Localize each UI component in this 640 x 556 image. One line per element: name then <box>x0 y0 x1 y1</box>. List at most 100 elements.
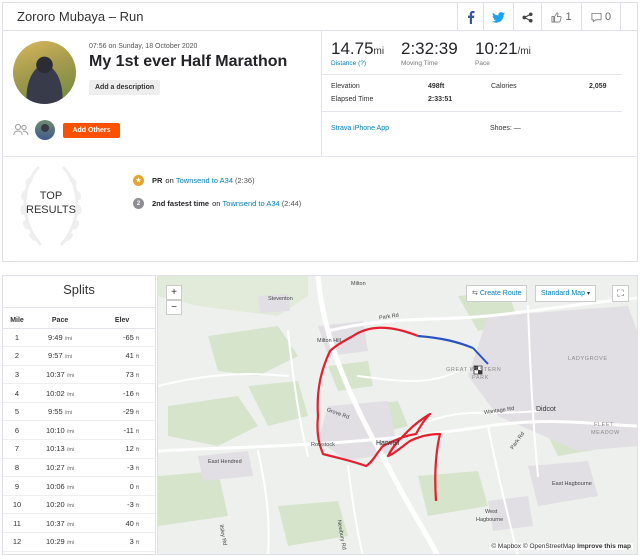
pace-unit: /mi <box>517 46 531 57</box>
split-row[interactable]: 12 10:29 /mi 3 ft <box>3 532 155 552</box>
split-pace: 10:37 /mi <box>31 513 90 534</box>
distance-label[interactable]: Distance (?) <box>331 60 384 67</box>
split-pace: 10:29 /mi <box>31 532 90 552</box>
shoes-text: Shoes: — <box>490 125 521 132</box>
map-type-select[interactable]: Standard Map ▾ <box>535 285 596 302</box>
split-pace-unit: /mi <box>64 410 73 417</box>
split-row[interactable]: 9 10:06 /mi 0 ft <box>3 476 155 496</box>
split-row[interactable]: 11 10:37 /mi 40 ft <box>3 513 155 534</box>
segment-link[interactable]: Townsend to A34 <box>223 199 280 208</box>
split-mile: 2 <box>3 346 32 366</box>
elapsed-time-label: Elapsed Time <box>331 96 374 103</box>
place-label: Didcot <box>536 406 556 413</box>
split-pace: 9:57 /mi <box>31 346 90 366</box>
place-label: Rowstock <box>311 442 335 448</box>
share-button[interactable] <box>513 3 541 31</box>
kudos-button[interactable]: 1 <box>541 3 581 31</box>
split-mile: 9 <box>3 476 32 496</box>
split-pace: 10:06 /mi <box>31 476 90 496</box>
split-row[interactable]: 6 10:10 /mi -11 ft <box>3 420 155 441</box>
elevation-label: Elevation <box>331 83 360 90</box>
activity-date: 07:56 on Sunday, 18 October 2020 <box>89 43 198 50</box>
split-pace-value: 9:49 <box>48 332 63 342</box>
split-pace-value: 10:37 <box>45 518 65 528</box>
place-label: Hagbourne <box>476 517 504 523</box>
distance-stat: 14.75mi Distance (?) <box>331 39 384 67</box>
stats-separator <box>322 74 622 75</box>
place-label: West <box>485 509 498 515</box>
split-pace: 9:49 /mi <box>31 328 90 348</box>
create-route-button[interactable]: ⇆ Create Route <box>466 285 528 302</box>
improve-map-link[interactable]: Improve this map <box>577 543 631 550</box>
gold-medal-icon: ★ <box>133 175 144 186</box>
split-elev-value: -11 <box>123 425 134 435</box>
achievement-time: (2:36) <box>235 176 255 185</box>
stats-divider <box>321 31 322 156</box>
split-elev-unit: ft <box>135 428 139 435</box>
splits-panel: Splits Mile Pace Elev 1 9:49 /mi -65 ft 2 9:… <box>2 275 156 555</box>
pace-label: Pace <box>475 60 490 67</box>
splits-table: Mile Pace Elev 1 9:49 /mi -65 ft 2 9:57 /mi 4… <box>3 314 155 552</box>
place-label: Milton Hill <box>317 338 341 344</box>
zoom-in-button[interactable]: + <box>166 285 182 300</box>
split-pace-unit: /mi <box>66 521 75 528</box>
split-row[interactable]: 4 10:02 /mi -16 ft <box>3 383 155 403</box>
twitter-share-button[interactable] <box>483 3 513 31</box>
column-header-pace: Pace <box>31 314 90 329</box>
split-row[interactable]: 5 9:55 /mi -29 ft <box>3 402 155 422</box>
split-elev-value: 73 <box>125 369 134 379</box>
create-route-label: Create Route <box>479 290 522 297</box>
place-label: Steventon <box>268 296 293 302</box>
device-link[interactable]: Strava iPhone App <box>331 125 389 132</box>
splits-title: Splits <box>3 276 155 308</box>
route-map[interactable]: Milton Steventon Park Rd Milton Hill GRE… <box>157 275 638 555</box>
activity-header: Zororo Mubaya – Run 1 0 <box>2 2 638 31</box>
split-pace: 9:55 /mi <box>31 402 90 422</box>
facebook-share-button[interactable] <box>457 3 483 31</box>
mapbox-attribution-link[interactable]: © Mapbox <box>491 543 521 550</box>
participant-avatar[interactable] <box>35 120 55 140</box>
route-icon: ⇆ <box>472 290 478 297</box>
split-elev: 40 ft <box>89 513 155 534</box>
split-pace-value: 10:06 <box>45 481 65 491</box>
add-description-button[interactable]: Add a description <box>89 80 161 95</box>
segment-link[interactable]: Townsend to A34 <box>176 176 233 185</box>
split-mile: 11 <box>3 513 32 534</box>
split-pace-unit: /mi <box>66 428 75 435</box>
split-pace-value: 10:37 <box>45 369 65 379</box>
split-row[interactable]: 7 10:13 /mi 12 ft <box>3 439 155 459</box>
map-attribution: © Mapbox © OpenStreetMap Improve this ma… <box>489 543 633 550</box>
calories-label: Calories <box>491 83 517 90</box>
split-elev-unit: ft <box>135 540 139 547</box>
split-pace-unit: /mi <box>66 447 75 454</box>
split-row[interactable]: 10 10:20 /mi -3 ft <box>3 495 155 515</box>
split-row[interactable]: 8 10:27 /mi -3 ft <box>3 458 155 478</box>
split-pace-value: 9:55 <box>48 407 63 417</box>
activity-summary-card: 07:56 on Sunday, 18 October 2020 My 1st … <box>2 30 638 262</box>
add-others-button[interactable]: Add Others <box>63 123 120 138</box>
place-label: FLEET <box>594 422 615 428</box>
osm-attribution-link[interactable]: © OpenStreetMap <box>523 543 575 550</box>
top-results-title: TOP RESULTS <box>23 189 79 217</box>
split-row[interactable]: 2 9:57 /mi 41 ft <box>3 346 155 366</box>
split-elev: -29 ft <box>89 402 155 422</box>
split-row[interactable]: 3 10:37 /mi 73 ft <box>3 365 155 385</box>
split-elev: 3 ft <box>89 532 155 552</box>
zoom-out-button[interactable]: − <box>166 300 182 315</box>
split-elev-unit: ft <box>135 372 139 379</box>
split-row[interactable]: 1 9:49 /mi -65 ft <box>3 328 155 348</box>
comment-icon <box>591 12 602 22</box>
athlete-avatar[interactable] <box>13 41 76 104</box>
split-pace-value: 9:57 <box>48 351 63 361</box>
silver-medal-icon: 2 <box>133 198 144 209</box>
comment-button[interactable]: 0 <box>581 3 621 31</box>
page-title: Zororo Mubaya – Run <box>17 9 144 24</box>
group-icon <box>13 124 29 136</box>
split-elev-value: 0 <box>129 481 134 491</box>
split-mile: 4 <box>3 383 32 403</box>
fullscreen-button[interactable]: ⛶ <box>612 285 629 302</box>
split-elev: -3 ft <box>89 458 155 478</box>
split-elev-value: 3 <box>129 537 134 547</box>
split-elev-value: 40 <box>125 518 134 528</box>
calories-value: 2,059 <box>589 83 607 90</box>
